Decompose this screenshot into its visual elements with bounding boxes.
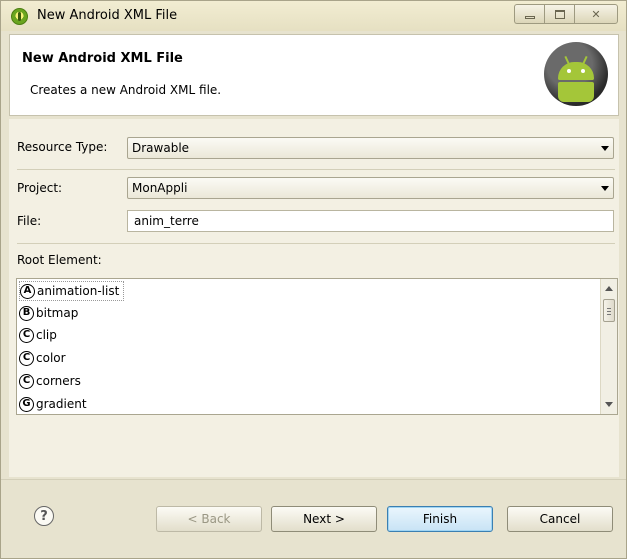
list-item-label: color	[36, 351, 66, 365]
android-logo-icon	[544, 42, 608, 106]
project-label: Project:	[17, 181, 63, 195]
maximize-icon	[554, 9, 565, 19]
list-item-bitmap[interactable]: B bitmap	[19, 303, 78, 323]
close-button[interactable]: ✕	[574, 4, 618, 24]
title-bar: New Android XML File ✕	[1, 1, 626, 31]
list-item-label: corners	[36, 374, 81, 388]
list-item-color[interactable]: C color	[19, 348, 66, 368]
minimize-icon	[524, 15, 535, 19]
chevron-down-icon	[601, 146, 609, 151]
element-type-icon: A	[20, 283, 35, 299]
scroll-up-icon[interactable]	[605, 286, 613, 291]
project-value: MonAppli	[132, 181, 188, 195]
list-item-gradient[interactable]: G gradient	[19, 394, 87, 414]
help-icon[interactable]: ?	[34, 506, 54, 526]
wizard-header: New Android XML File Creates a new Andro…	[9, 34, 619, 116]
separator	[17, 169, 615, 170]
minimize-button[interactable]	[514, 4, 544, 24]
close-icon: ✕	[591, 7, 601, 21]
file-name-input[interactable]: anim_terre	[127, 210, 614, 232]
scrollbar-thumb[interactable]	[603, 299, 615, 322]
header-title: New Android XML File	[22, 51, 183, 66]
element-type-icon: C	[19, 327, 34, 343]
resource-type-label: Resource Type:	[17, 140, 108, 154]
scroll-down-icon[interactable]	[605, 402, 613, 407]
header-description: Creates a new Android XML file.	[30, 83, 222, 97]
window-title: New Android XML File	[37, 8, 178, 23]
file-label: File:	[17, 214, 42, 228]
element-type-icon: C	[19, 350, 34, 366]
back-button[interactable]: < Back	[156, 506, 262, 532]
list-item-label: animation-list	[37, 284, 120, 298]
finish-button[interactable]: Finish	[387, 506, 493, 532]
list-item-clip[interactable]: C clip	[19, 325, 57, 345]
list-item-label: bitmap	[36, 306, 79, 320]
next-button[interactable]: Next >	[271, 506, 377, 532]
resource-type-dropdown[interactable]: Drawable	[127, 137, 614, 159]
list-item-animation-list[interactable]: A animation-list	[19, 281, 125, 301]
maximize-button[interactable]	[544, 4, 574, 24]
separator	[17, 243, 615, 244]
dialog-window: New Android XML File ✕ New Android XML F…	[0, 0, 627, 559]
list-item-label: clip	[36, 328, 57, 342]
resource-type-value: Drawable	[132, 141, 190, 155]
vertical-scrollbar[interactable]	[600, 279, 617, 414]
root-element-label: Root Element:	[17, 253, 102, 267]
chevron-down-icon	[601, 186, 609, 191]
footer-separator	[1, 479, 626, 480]
element-type-icon: B	[19, 305, 34, 321]
cancel-button[interactable]: Cancel	[507, 506, 613, 532]
element-type-icon: G	[19, 396, 34, 412]
project-dropdown[interactable]: MonAppli	[127, 177, 614, 199]
element-type-icon: C	[19, 373, 34, 389]
root-element-list[interactable]: A animation-list B bitmap C clip C color…	[16, 278, 618, 415]
list-item-corners[interactable]: C corners	[19, 371, 81, 391]
eclipse-app-icon	[11, 8, 28, 25]
list-item-label: gradient	[36, 397, 87, 411]
